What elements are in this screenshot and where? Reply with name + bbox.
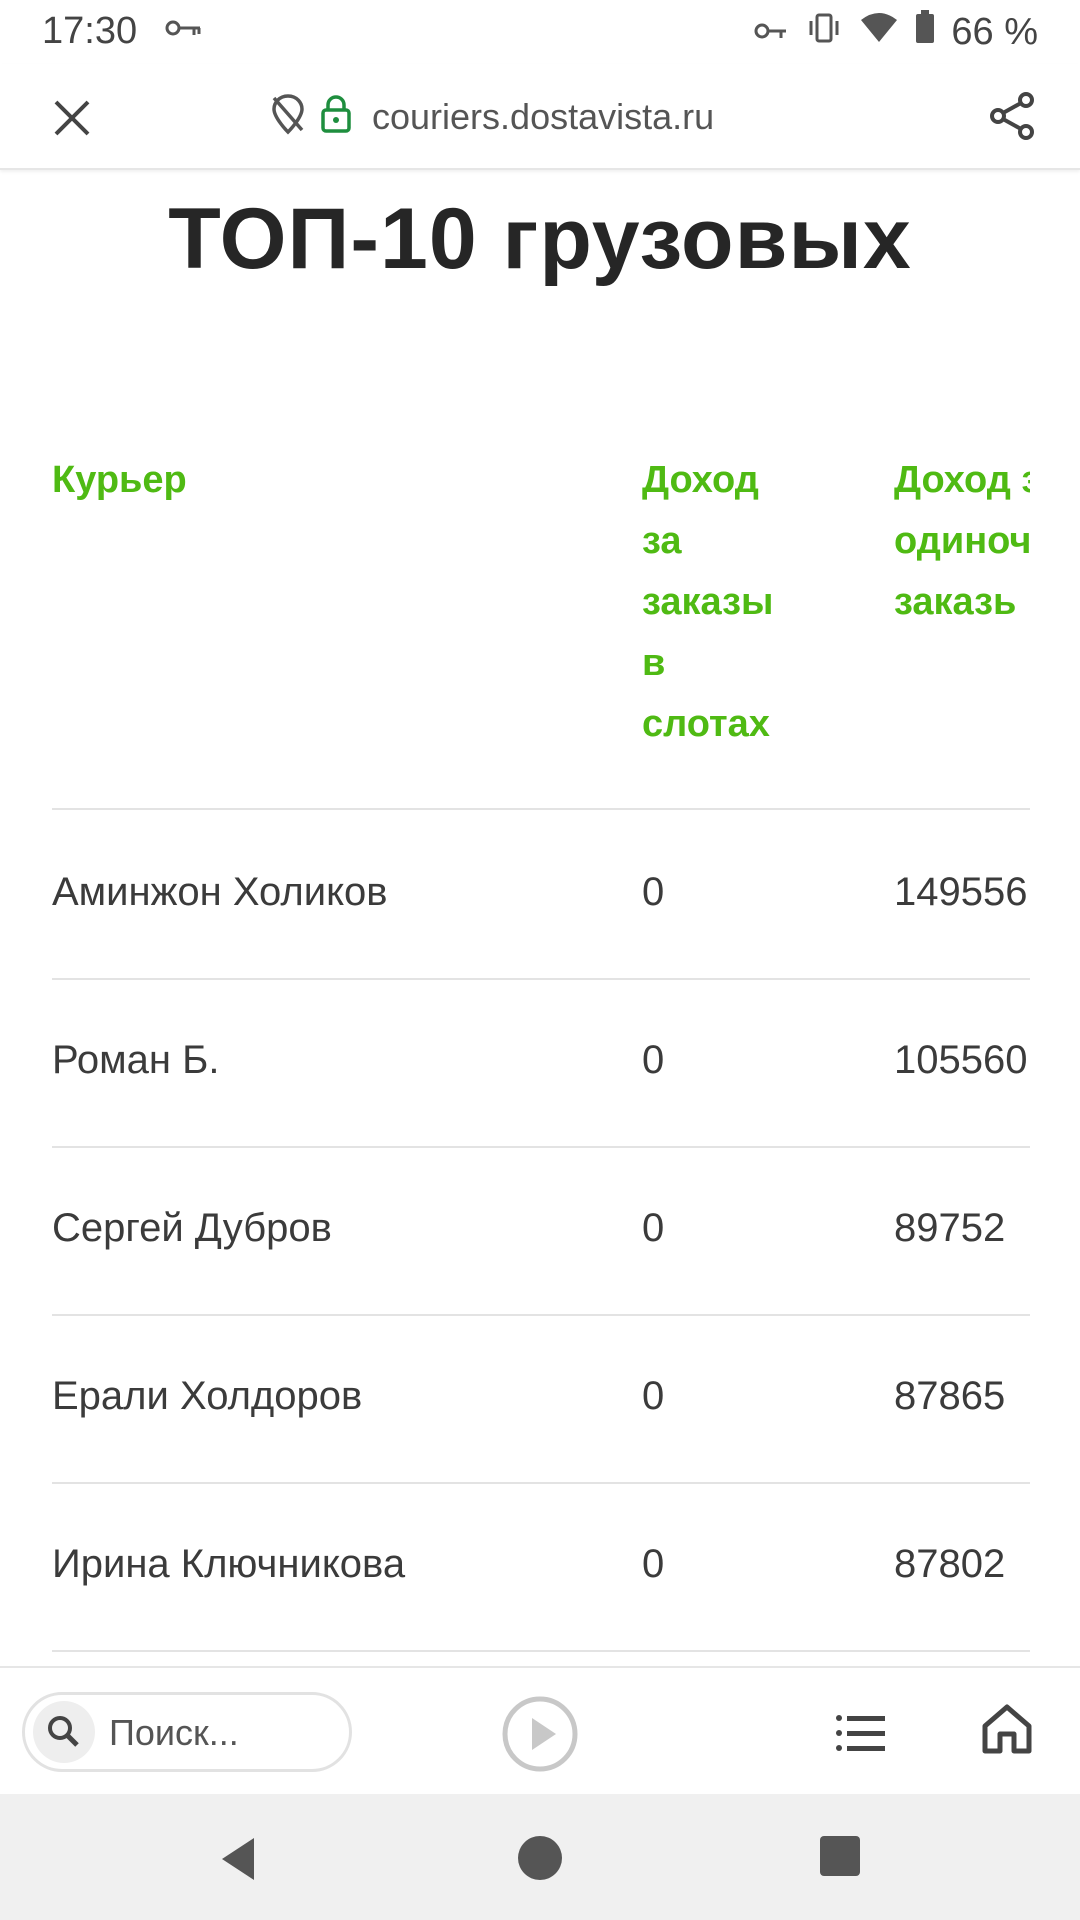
slot-income: 0: [642, 1038, 665, 1082]
status-icons: 66 %: [753, 10, 1038, 54]
battery-icon: [915, 10, 935, 54]
column-header-courier: Курьер: [52, 459, 187, 501]
header-line: одиноч: [894, 520, 1030, 562]
vibrate-icon: [805, 11, 843, 54]
slot-income: 0: [642, 1206, 665, 1250]
close-icon[interactable]: [44, 90, 100, 146]
slot-income: 0: [642, 1374, 665, 1418]
play-icon[interactable]: [500, 1694, 580, 1774]
wifi-icon: [859, 11, 899, 54]
header-line: за: [642, 520, 682, 562]
bottom-toolbar: Поиск...: [0, 1666, 1080, 1796]
url-text: couriers.dostavista.ru: [372, 95, 715, 137]
header-line: Доход з: [894, 459, 1030, 501]
header-line: Доход: [642, 459, 759, 501]
header-line: в: [642, 642, 666, 684]
courier-name: Роман Б.: [52, 1038, 220, 1082]
back-icon[interactable]: [214, 1834, 264, 1889]
table-row: Ерали Холдоров 0 87865: [52, 1314, 1030, 1484]
home-circle-icon[interactable]: [516, 1834, 564, 1887]
status-bar: 17:30 66 %: [0, 0, 1080, 64]
courier-name: Сергей Дубров: [52, 1206, 332, 1250]
header-line: заказы: [642, 581, 774, 623]
column-header-slot-income: Доход за заказы в слотах: [642, 450, 812, 755]
search-icon: [33, 1701, 95, 1763]
recent-apps-icon[interactable]: [818, 1834, 862, 1883]
search-placeholder: Поиск...: [109, 1712, 239, 1753]
courier-name: Ерали Холдоров: [52, 1374, 363, 1418]
column-header-single-income: Доход з одиноч заказь: [894, 450, 1030, 633]
url-field[interactable]: couriers.dostavista.ru: [270, 92, 714, 141]
single-income: 87802: [894, 1542, 1006, 1586]
search-input[interactable]: Поиск...: [22, 1692, 352, 1772]
header-line: заказь: [894, 581, 1017, 623]
vpn-key-icon: [753, 11, 789, 54]
table-row: Роман Б. 0 105560: [52, 978, 1030, 1148]
table-row: Сергей Дубров 0 89752: [52, 1146, 1030, 1316]
share-icon[interactable]: [984, 88, 1040, 144]
courier-name: Ирина Ключникова: [52, 1542, 406, 1586]
single-income: 105560: [894, 1038, 1028, 1082]
vpn-key-icon: [164, 14, 204, 47]
courier-name: Аминжон Холиков: [52, 870, 388, 914]
header-line: слотах: [642, 703, 770, 745]
home-icon[interactable]: [980, 1702, 1034, 1756]
table-row: Ирина Ключникова 0 87802: [52, 1482, 1030, 1652]
slot-income: 0: [642, 870, 665, 914]
page-title: ТОП-10 грузовых: [168, 191, 912, 287]
single-income: 87865: [894, 1374, 1006, 1418]
location-off-icon: [270, 92, 306, 141]
battery-percent: 66 %: [951, 10, 1038, 53]
table-row: Аминжон Холиков 0 149556: [52, 810, 1030, 980]
slot-income: 0: [642, 1542, 665, 1586]
browser-toolbar: couriers.dostavista.ru: [0, 64, 1080, 170]
list-icon[interactable]: [834, 1706, 888, 1760]
lock-icon: [320, 94, 352, 139]
system-nav-bar: [0, 1794, 1080, 1920]
single-income: 149556: [894, 870, 1028, 914]
status-time: 17:30: [42, 10, 138, 52]
single-income: 89752: [894, 1206, 1006, 1250]
